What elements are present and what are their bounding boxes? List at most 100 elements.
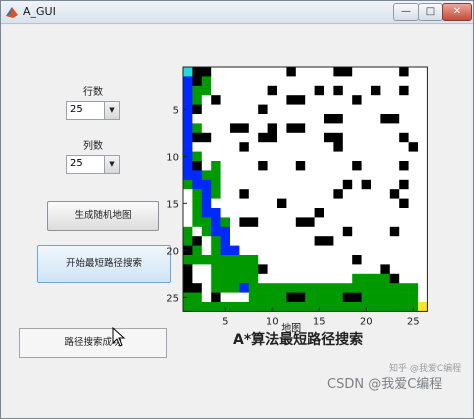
map-cell-free	[418, 76, 428, 87]
map-cell-free	[399, 104, 409, 115]
map-cell-free	[399, 76, 409, 87]
map-cell-free	[389, 85, 400, 96]
map-cell-explored	[295, 283, 306, 293]
map-cell-explored	[211, 264, 221, 275]
map-cell-explored	[183, 236, 193, 246]
map-cell-explored	[211, 189, 221, 199]
map-cell-free	[352, 179, 362, 190]
map-cell-free	[239, 76, 250, 87]
start-search-button[interactable]: 开始最短路径搜索	[37, 245, 171, 283]
map-cell-free	[305, 245, 315, 256]
map-cell-free	[324, 123, 334, 134]
map-cell-explored	[399, 283, 409, 293]
chart-title: A*算法最短路径搜索	[233, 332, 364, 348]
map-cell-free	[305, 85, 315, 96]
map-cell-explored	[211, 283, 221, 293]
map-cell-path	[220, 236, 231, 246]
map-cell-obstacle	[192, 161, 203, 171]
map-cell-free	[333, 245, 344, 256]
map-cell-obstacle	[192, 67, 203, 77]
map-cell-free	[258, 273, 268, 284]
map-cell-free	[220, 198, 231, 209]
rows-select[interactable]: 25 ▼	[66, 101, 120, 120]
map-cell-free	[248, 67, 259, 77]
map-cell-free	[418, 67, 428, 77]
map-cell-explored	[248, 292, 259, 303]
chevron-down-icon[interactable]: ▼	[104, 156, 119, 173]
map-cell-free	[380, 198, 391, 209]
map-cell-free	[333, 123, 344, 134]
map-cell-explored	[324, 283, 334, 293]
map-cell-obstacle	[239, 189, 250, 199]
map-cell-explored	[277, 302, 287, 312]
map-cell-explored	[248, 302, 259, 312]
close-button[interactable]: ✕	[442, 3, 472, 21]
x-tick-label: 20	[360, 316, 373, 327]
cols-select[interactable]: 25 ▼	[66, 155, 120, 174]
map-cell-free	[183, 208, 193, 218]
map-cell-free	[399, 208, 409, 218]
title-bar[interactable]: A_GUI — □ ✕	[1, 1, 473, 24]
map-cell-free	[267, 236, 278, 246]
map-cell-free	[305, 132, 315, 143]
map-cell-free	[239, 151, 250, 162]
chevron-down-icon[interactable]: ▼	[104, 102, 119, 119]
map-cell-free	[248, 198, 259, 209]
map-cell-obstacle	[314, 85, 325, 96]
maximize-button[interactable]: □	[418, 3, 443, 21]
map-cell-free	[220, 67, 231, 77]
map-cell-obstacle	[267, 123, 278, 134]
map-cell-free	[371, 104, 381, 115]
map-cell-free	[314, 189, 325, 199]
x-tick-label: 10	[266, 316, 279, 327]
map-cell-explored	[286, 302, 297, 312]
map-cell-free	[333, 217, 344, 228]
map-cell-free	[201, 114, 212, 124]
map-cell-free	[286, 104, 297, 115]
map-cell-path	[201, 179, 212, 190]
map-cell-explored	[211, 170, 221, 181]
map-cell-obstacle	[258, 132, 268, 143]
map-cell-free	[201, 161, 212, 171]
map-cell-free	[361, 189, 372, 199]
map-cell-obstacle	[239, 123, 250, 134]
minimize-button[interactable]: —	[393, 3, 419, 21]
map-cell-explored	[342, 302, 353, 312]
map-cell-free	[258, 123, 268, 134]
map-cell-free	[380, 76, 391, 87]
map-cell-obstacle	[286, 95, 297, 105]
map-cell-free	[286, 198, 297, 209]
map-cell-explored	[183, 226, 193, 237]
map-cell-path	[201, 208, 212, 218]
map-cell-obstacle	[211, 95, 221, 105]
map-cell-free	[342, 123, 353, 134]
map-cell-explored	[314, 283, 325, 293]
map-cell-free	[230, 292, 240, 303]
map-cell-obstacle	[380, 264, 391, 275]
map-cell-free	[361, 198, 372, 209]
map-cell-free	[267, 142, 278, 152]
generate-map-button[interactable]: 生成随机地图	[47, 201, 159, 231]
map-cell-free	[389, 170, 400, 181]
map-cell-free	[380, 142, 391, 152]
map-cell-free	[286, 114, 297, 124]
cols-select-value: 25	[70, 158, 83, 169]
map-cell-free	[267, 151, 278, 162]
map-cell-free	[314, 95, 325, 105]
map-cell-free	[305, 226, 315, 237]
map-cell-explored	[239, 255, 250, 265]
map-cell-free	[399, 142, 409, 152]
map-cell-free	[361, 95, 372, 105]
map-cell-free	[248, 179, 259, 190]
map-cell-free	[399, 255, 409, 265]
map-cell-obstacle	[201, 132, 212, 143]
map-cell-explored	[192, 245, 203, 256]
map-cell-free	[248, 123, 259, 134]
map-cell-free	[230, 179, 240, 190]
map-cell-obstacle	[408, 142, 419, 152]
map-cell-path	[183, 132, 193, 143]
map-cell-free	[418, 151, 428, 162]
map-cell-free	[267, 76, 278, 87]
map-cell-explored	[201, 302, 212, 312]
map-cell-free	[230, 198, 240, 209]
